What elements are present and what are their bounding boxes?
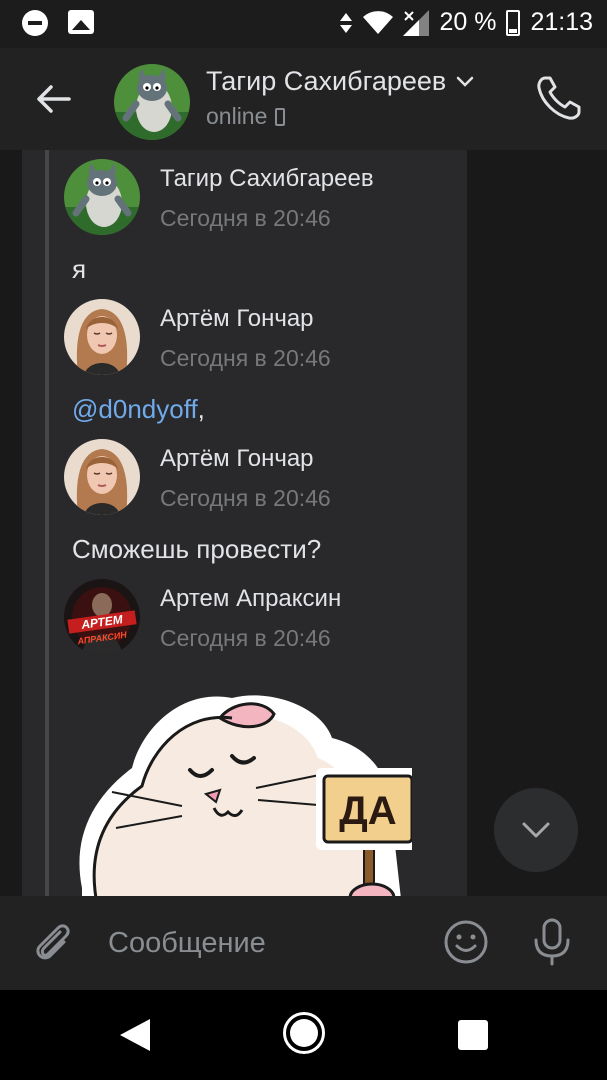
system-navigation-bar <box>0 990 607 1080</box>
status-bar: 20 % 21:13 <box>0 0 607 48</box>
mic-icon <box>534 918 570 966</box>
wifi-icon <box>363 10 394 34</box>
avatar[interactable] <box>64 159 140 235</box>
nav-back-icon[interactable] <box>118 1017 152 1053</box>
chat-header: Тагир Сахибгареев online <box>0 48 607 150</box>
cat-sticker[interactable]: ДА <box>72 688 412 896</box>
dnd-icon <box>22 10 48 36</box>
nav-home-button[interactable] <box>283 1012 325 1054</box>
message-time: Сегодня в 20:46 <box>160 625 331 651</box>
attach-button[interactable] <box>30 920 76 966</box>
author-name[interactable]: Тагир Сахибгареев <box>160 165 374 193</box>
author-name[interactable]: Артём Гончар <box>160 305 314 333</box>
author-name[interactable]: Артем Апраксин <box>160 585 341 613</box>
call-button[interactable] <box>533 72 585 124</box>
message-text: Сможешь провести? <box>72 534 322 564</box>
sticker-sign-text: ДА <box>339 789 396 833</box>
header-avatar[interactable] <box>114 64 190 140</box>
author-name[interactable]: Артём Гончар <box>160 445 314 473</box>
battery-percent: 20 % <box>439 8 497 36</box>
clock: 21:13 <box>530 8 593 36</box>
message-text: я <box>72 254 87 284</box>
chevron-down-icon <box>457 76 474 87</box>
scroll-down-button[interactable] <box>494 788 578 872</box>
message-input[interactable] <box>108 920 418 966</box>
voice-message-button[interactable] <box>530 916 574 968</box>
contact-name: Тагир Сахибгареев <box>206 66 447 96</box>
forwarded-messages-card[interactable]: Тагир Сахибгареев Сегодня в 20:46 я Артё… <box>22 150 467 896</box>
signal-icon <box>403 9 430 36</box>
chat-title[interactable]: Тагир Сахибгареев online <box>206 66 474 130</box>
user-mention-link[interactable]: @d0ndyoff <box>72 394 198 424</box>
phone-icon <box>537 76 581 120</box>
message-composer <box>0 896 607 990</box>
forward-indicator-line <box>45 150 49 896</box>
message-history[interactable]: Тагир Сахибгареев Сегодня в 20:46 я Артё… <box>0 150 607 896</box>
message-text: @d0ndyoff, <box>72 394 205 425</box>
data-arrows-icon <box>340 12 353 33</box>
avatar[interactable] <box>64 439 140 515</box>
avatar[interactable] <box>64 299 140 375</box>
avatar[interactable]: АРТЕМ АПРАКСИН <box>64 579 140 655</box>
online-status: online <box>206 103 268 129</box>
attach-icon <box>36 924 70 960</box>
emoji-icon <box>444 920 488 964</box>
nav-recents-button[interactable] <box>458 1020 488 1050</box>
mobile-icon <box>275 107 286 126</box>
back-arrow-icon <box>37 85 71 113</box>
message-time: Сегодня в 20:46 <box>160 485 331 511</box>
chevron-down-icon <box>522 822 550 838</box>
battery-icon <box>506 9 521 36</box>
image-notification-icon <box>68 10 94 34</box>
message-text-suffix: , <box>197 394 205 424</box>
emoji-button[interactable] <box>442 918 490 966</box>
message-time: Сегодня в 20:46 <box>160 205 331 231</box>
message-time: Сегодня в 20:46 <box>160 345 331 371</box>
back-button[interactable] <box>28 74 78 124</box>
